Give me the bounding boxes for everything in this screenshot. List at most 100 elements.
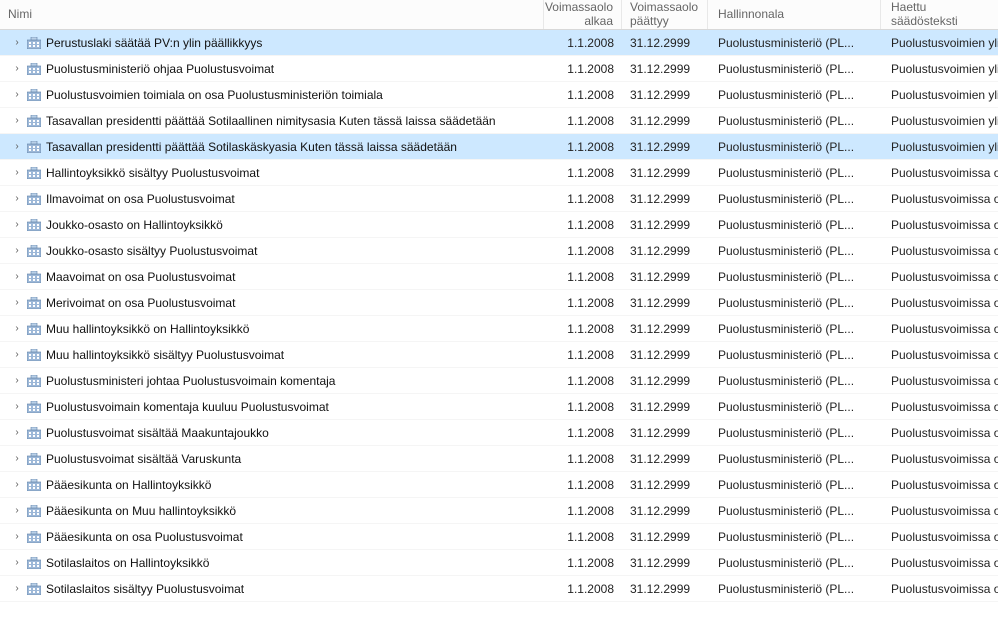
- row-name-text: Puolustusvoimain komentaja kuuluu Puolus…: [46, 400, 329, 414]
- header-name[interactable]: Nimi: [0, 0, 544, 29]
- cell-end: 31.12.2999: [622, 296, 708, 310]
- cell-text: Puolustusvoimissa on pu: [881, 452, 998, 466]
- cell-name: › Perustuslaki säätää PV:n ylin päällikk…: [0, 36, 544, 50]
- cell-end: 31.12.2999: [622, 114, 708, 128]
- row-name-text: Merivoimat on osa Puolustusvoimat: [46, 296, 235, 310]
- chevron-right-icon[interactable]: ›: [12, 167, 22, 178]
- cell-name: › Pääesikunta on osa Puolustusvoimat: [0, 530, 544, 544]
- table-row[interactable]: › Joukko-osasto sisältyy Puolustusvoimat…: [0, 238, 998, 264]
- cell-start: 1.1.2008: [544, 478, 622, 492]
- org-icon: [26, 504, 42, 518]
- cell-admin: Puolustusministeriö (PL...: [708, 218, 881, 232]
- cell-text: Puolustusvoimien ylimma: [881, 62, 998, 76]
- table-row[interactable]: › Tasavallan presidentti päättää Sotilaa…: [0, 108, 998, 134]
- cell-end: 31.12.2999: [622, 218, 708, 232]
- org-icon: [26, 270, 42, 284]
- header-end[interactable]: Voimassaolo päättyy: [622, 0, 708, 29]
- cell-end: 31.12.2999: [622, 88, 708, 102]
- cell-text: Puolustusvoimissa on pu: [881, 218, 998, 232]
- chevron-right-icon[interactable]: ›: [12, 375, 22, 386]
- row-name-text: Hallintoyksikkö sisältyy Puolustusvoimat: [46, 166, 259, 180]
- cell-name: › Puolustusvoimien toimiala on osa Puolu…: [0, 88, 544, 102]
- table-row[interactable]: › Puolustusvoimien toimiala on osa Puolu…: [0, 82, 998, 108]
- row-name-text: Joukko-osasto on Hallintoyksikkö: [46, 218, 223, 232]
- cell-admin: Puolustusministeriö (PL...: [708, 582, 881, 596]
- org-icon: [26, 348, 42, 362]
- chevron-right-icon[interactable]: ›: [12, 37, 22, 48]
- cell-admin: Puolustusministeriö (PL...: [708, 426, 881, 440]
- table-row[interactable]: › Pääesikunta on osa Puolustusvoimat1.1.…: [0, 524, 998, 550]
- table-row[interactable]: › Pääesikunta on Muu hallintoyksikkö1.1.…: [0, 498, 998, 524]
- cell-admin: Puolustusministeriö (PL...: [708, 374, 881, 388]
- cell-text: Puolustusvoimien ylimma: [881, 88, 998, 102]
- org-icon: [26, 296, 42, 310]
- cell-end: 31.12.2999: [622, 244, 708, 258]
- table-row[interactable]: › Pääesikunta on Hallintoyksikkö1.1.2008…: [0, 472, 998, 498]
- cell-start: 1.1.2008: [544, 426, 622, 440]
- org-icon: [26, 400, 42, 414]
- chevron-right-icon[interactable]: ›: [12, 323, 22, 334]
- table-row[interactable]: › Hallintoyksikkö sisältyy Puolustusvoim…: [0, 160, 998, 186]
- cell-end: 31.12.2999: [622, 400, 708, 414]
- row-name-text: Tasavallan presidentti päättää Sotilaskä…: [46, 140, 457, 154]
- cell-name: › Hallintoyksikkö sisältyy Puolustusvoim…: [0, 166, 544, 180]
- table-row[interactable]: › Muu hallintoyksikkö on Hallintoyksikkö…: [0, 316, 998, 342]
- header-text[interactable]: Haettu säädösteksti: [881, 0, 998, 29]
- org-icon: [26, 322, 42, 336]
- cell-text: Puolustusvoimien ylimma: [881, 140, 998, 154]
- cell-text: Puolustusvoimien ylimma: [881, 36, 998, 50]
- chevron-right-icon[interactable]: ›: [12, 349, 22, 360]
- table-row[interactable]: › Sotilaslaitos sisältyy Puolustusvoimat…: [0, 576, 998, 602]
- chevron-right-icon[interactable]: ›: [12, 115, 22, 126]
- cell-text: Puolustusvoimissa on pu: [881, 556, 998, 570]
- org-icon: [26, 478, 42, 492]
- chevron-right-icon[interactable]: ›: [12, 453, 22, 464]
- chevron-right-icon[interactable]: ›: [12, 141, 22, 152]
- chevron-right-icon[interactable]: ›: [12, 583, 22, 594]
- table-row[interactable]: › Joukko-osasto on Hallintoyksikkö1.1.20…: [0, 212, 998, 238]
- cell-end: 31.12.2999: [622, 270, 708, 284]
- org-icon: [26, 244, 42, 258]
- chevron-right-icon[interactable]: ›: [12, 479, 22, 490]
- cell-end: 31.12.2999: [622, 426, 708, 440]
- table-row[interactable]: › Puolustusvoimat sisältää Varuskunta1.1…: [0, 446, 998, 472]
- chevron-right-icon[interactable]: ›: [12, 401, 22, 412]
- chevron-right-icon[interactable]: ›: [12, 531, 22, 542]
- table-row[interactable]: › Puolustusministeri johtaa Puolustusvoi…: [0, 368, 998, 394]
- cell-name: › Maavoimat on osa Puolustusvoimat: [0, 270, 544, 284]
- cell-admin: Puolustusministeriö (PL...: [708, 114, 881, 128]
- table-row[interactable]: › Puolustusvoimat sisältää Maakuntajoukk…: [0, 420, 998, 446]
- cell-start: 1.1.2008: [544, 62, 622, 76]
- cell-start: 1.1.2008: [544, 140, 622, 154]
- row-name-text: Ilmavoimat on osa Puolustusvoimat: [46, 192, 235, 206]
- cell-name: › Pääesikunta on Muu hallintoyksikkö: [0, 504, 544, 518]
- chevron-right-icon[interactable]: ›: [12, 505, 22, 516]
- chevron-right-icon[interactable]: ›: [12, 271, 22, 282]
- table-row[interactable]: › Perustuslaki säätää PV:n ylin päällikk…: [0, 30, 998, 56]
- chevron-right-icon[interactable]: ›: [12, 427, 22, 438]
- chevron-right-icon[interactable]: ›: [12, 219, 22, 230]
- chevron-right-icon[interactable]: ›: [12, 297, 22, 308]
- cell-text: Puolustusvoimissa on pu: [881, 270, 998, 284]
- cell-admin: Puolustusministeriö (PL...: [708, 556, 881, 570]
- table-row[interactable]: › Ilmavoimat on osa Puolustusvoimat1.1.2…: [0, 186, 998, 212]
- cell-text: Puolustusvoimissa on pu: [881, 296, 998, 310]
- cell-admin: Puolustusministeriö (PL...: [708, 244, 881, 258]
- table-row[interactable]: › Sotilaslaitos on Hallintoyksikkö1.1.20…: [0, 550, 998, 576]
- header-start[interactable]: Voimassaolo alkaa: [544, 0, 622, 29]
- header-admin[interactable]: Hallinnonala: [708, 0, 881, 29]
- table-row[interactable]: › Muu hallintoyksikkö sisältyy Puolustus…: [0, 342, 998, 368]
- table-row[interactable]: › Puolustusvoimain komentaja kuuluu Puol…: [0, 394, 998, 420]
- chevron-right-icon[interactable]: ›: [12, 63, 22, 74]
- table-row[interactable]: › Maavoimat on osa Puolustusvoimat1.1.20…: [0, 264, 998, 290]
- table-row[interactable]: › Tasavallan presidentti päättää Sotilas…: [0, 134, 998, 160]
- chevron-right-icon[interactable]: ›: [12, 193, 22, 204]
- chevron-right-icon[interactable]: ›: [12, 245, 22, 256]
- cell-name: › Joukko-osasto on Hallintoyksikkö: [0, 218, 544, 232]
- chevron-right-icon[interactable]: ›: [12, 89, 22, 100]
- table-row[interactable]: › Merivoimat on osa Puolustusvoimat1.1.2…: [0, 290, 998, 316]
- cell-start: 1.1.2008: [544, 452, 622, 466]
- chevron-right-icon[interactable]: ›: [12, 557, 22, 568]
- table-row[interactable]: › Puolustusministeriö ohjaa Puolustusvoi…: [0, 56, 998, 82]
- cell-end: 31.12.2999: [622, 62, 708, 76]
